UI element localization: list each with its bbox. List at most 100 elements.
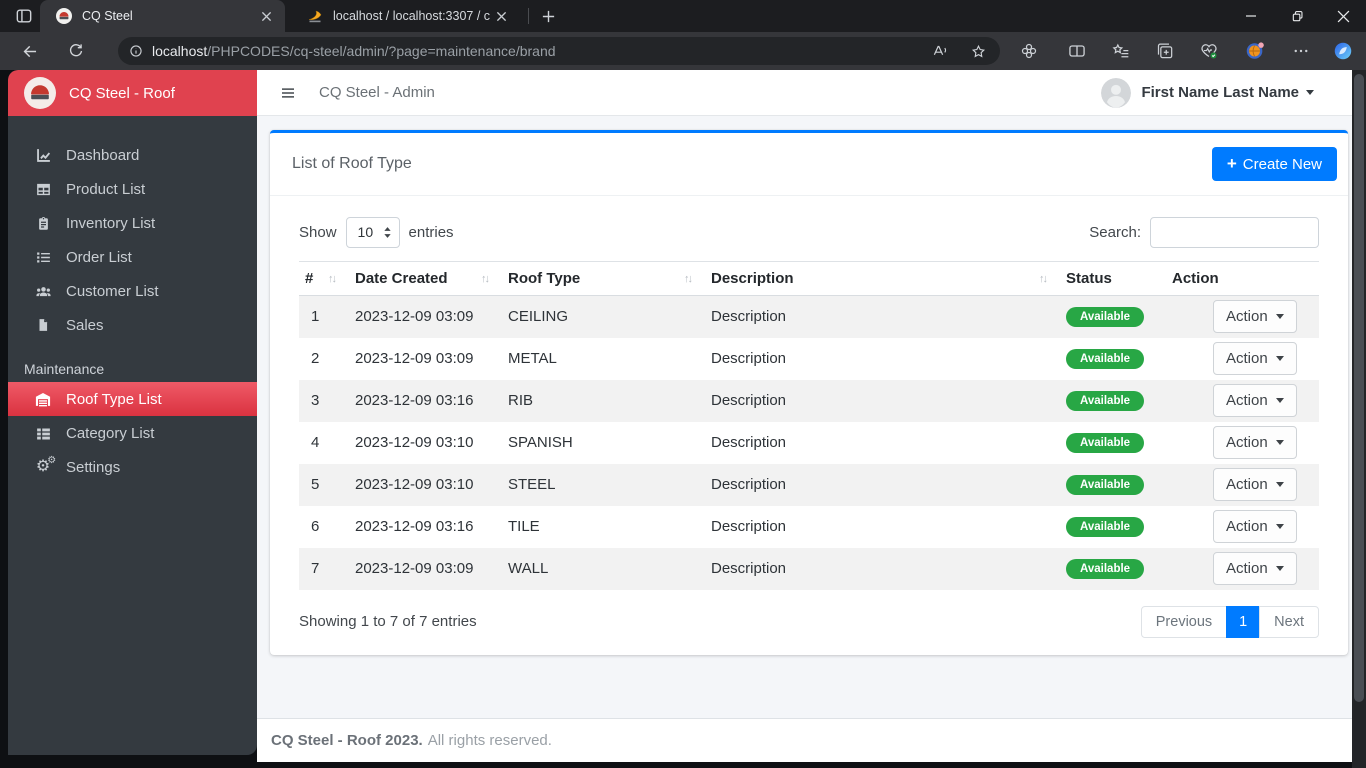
pagination-next[interactable]: Next	[1259, 605, 1319, 638]
sidebar: CQ Steel - Roof Dashboard Product List I…	[8, 70, 257, 755]
cq-steel-favicon	[56, 8, 72, 24]
row-description: Description	[711, 308, 787, 326]
tab-close-icon[interactable]	[255, 5, 277, 27]
pagination-previous[interactable]: Previous	[1140, 605, 1228, 638]
action-dropdown-button[interactable]: Action	[1213, 552, 1297, 585]
row-date: 2023-12-09 03:10	[355, 476, 474, 493]
browser-tab-inactive[interactable]: localhost / localhost:3307 / cbpo	[291, 0, 520, 32]
card-title: List of Roof Type	[292, 155, 412, 172]
pagination: Previous 1 Next	[1140, 605, 1319, 638]
action-dropdown-button[interactable]: Action	[1213, 510, 1297, 543]
header-description[interactable]: Description ↑↓	[699, 261, 1054, 296]
table-row: 3 2023-12-09 03:16 RIB Description Avail…	[299, 379, 1319, 422]
chevron-down-icon	[1275, 398, 1284, 403]
refresh-icon[interactable]	[64, 39, 88, 63]
sidebar-item-category-list[interactable]: Category List	[8, 416, 257, 450]
chevron-down-icon	[1275, 440, 1284, 445]
action-dropdown-button[interactable]: Action	[1213, 468, 1297, 501]
stepper-icon	[383, 226, 391, 238]
action-dropdown-button[interactable]: Action	[1213, 342, 1297, 375]
tab-close-icon[interactable]	[490, 5, 512, 27]
row-date: 2023-12-09 03:16	[355, 518, 474, 535]
sidebar-item-product-list[interactable]: Product List	[8, 172, 257, 206]
menu-toggle-icon[interactable]	[277, 82, 299, 104]
row-date: 2023-12-09 03:10	[355, 434, 474, 451]
workspaces-icon[interactable]	[12, 5, 36, 27]
header-number[interactable]: # ↑↓	[299, 261, 343, 296]
sidebar-brand[interactable]: CQ Steel - Roof	[8, 70, 257, 116]
table-header-row: # ↑↓ Date Created ↑↓ Roof Type ↑↓ Descripti…	[299, 261, 1319, 296]
row-roof-type: SPANISH	[508, 434, 573, 451]
row-number: 2	[311, 350, 320, 367]
status-badge: Available	[1066, 348, 1145, 369]
sidebar-item-sales[interactable]: Sales	[8, 308, 257, 342]
read-aloud-icon[interactable]	[930, 41, 950, 61]
table-row: 1 2023-12-09 03:09 CEILING Description A…	[299, 295, 1319, 338]
browser-essentials-icon[interactable]	[1197, 39, 1221, 63]
sidebar-item-customer-list[interactable]: Customer List	[8, 274, 257, 308]
sidebar-item-label: Inventory List	[66, 214, 156, 232]
page-length-select[interactable]: 10	[345, 216, 400, 248]
file-icon	[33, 316, 53, 334]
sidebar-item-label: Dashboard	[66, 146, 140, 164]
pagination-page-1[interactable]: 1	[1226, 605, 1261, 638]
copilot-icon[interactable]	[1331, 39, 1355, 63]
collections-icon[interactable]	[1153, 39, 1177, 63]
action-dropdown-button[interactable]: Action	[1213, 384, 1297, 417]
extension-app-icon[interactable]	[1243, 39, 1267, 63]
sort-icon: ↑↓	[481, 272, 490, 285]
row-description: Description	[711, 476, 787, 493]
minimize-button[interactable]	[1228, 0, 1274, 32]
row-description: Description	[711, 434, 787, 451]
show-label: Show	[299, 223, 337, 241]
header-date-created[interactable]: Date Created ↑↓	[343, 261, 496, 296]
table-row: 2 2023-12-09 03:09 METAL Description Ava…	[299, 338, 1319, 380]
browser-tab-active[interactable]: CQ Steel	[40, 0, 285, 32]
action-dropdown-button[interactable]: Action	[1213, 300, 1297, 334]
row-number: 7	[311, 560, 320, 577]
header-roof-type[interactable]: Roof Type ↑↓	[496, 261, 699, 296]
sidebar-item-dashboard[interactable]: Dashboard	[8, 138, 257, 172]
favorite-star-icon[interactable]	[968, 41, 988, 61]
entries-label: entries	[408, 223, 454, 241]
sidebar-item-settings[interactable]: ⚙ ⚙ Settings	[8, 450, 257, 484]
status-badge: Available	[1066, 474, 1145, 495]
site-info-icon[interactable]	[128, 43, 144, 59]
status-badge: Available	[1066, 390, 1145, 411]
address-bar[interactable]: localhost/PHPCODES/cq-steel/admin/?page=…	[118, 37, 1000, 65]
create-new-button[interactable]: + Create New	[1211, 147, 1337, 181]
chevron-down-icon	[1306, 90, 1314, 95]
browser-toolbar: localhost/PHPCODES/cq-steel/admin/?page=…	[0, 32, 1366, 70]
user-menu[interactable]: First Name Last Name	[1101, 77, 1314, 108]
sidebar-item-order-list[interactable]: Order List	[8, 240, 257, 274]
row-number: 5	[311, 476, 320, 493]
chevron-down-icon	[1275, 314, 1284, 320]
header-status: Status	[1054, 261, 1160, 296]
sort-icon: ↑↓	[328, 272, 337, 285]
settings-more-icon[interactable]	[1289, 39, 1313, 63]
back-icon[interactable]	[18, 39, 42, 63]
new-tab-button[interactable]	[536, 5, 560, 27]
content-area: List of Roof Type + Create New Show 10 e…	[257, 116, 1352, 718]
action-dropdown-button[interactable]: Action	[1213, 426, 1297, 459]
close-window-button[interactable]	[1320, 0, 1366, 32]
sidebar-item-roof-type-list[interactable]: Roof Type List	[8, 382, 257, 416]
scrollbar-thumb[interactable]	[1354, 74, 1364, 702]
table-row: 4 2023-12-09 03:10 SPANISH Description A…	[299, 422, 1319, 464]
sidebar-item-label: Product List	[66, 180, 146, 198]
favorites-bar-icon[interactable]	[1109, 39, 1133, 63]
extensions-icon[interactable]	[1017, 39, 1041, 63]
row-roof-type: TILE	[508, 518, 540, 535]
search-input[interactable]	[1150, 216, 1319, 248]
status-badge: Available	[1066, 516, 1145, 537]
url-text: localhost/PHPCODES/cq-steel/admin/?page=…	[152, 43, 556, 59]
split-screen-icon[interactable]	[1065, 39, 1089, 63]
footer-rights: All rights reserved.	[427, 732, 552, 749]
chevron-down-icon	[1275, 566, 1284, 571]
brand-logo	[24, 77, 56, 109]
page-scrollbar[interactable]	[1352, 70, 1366, 768]
clipboard-icon	[33, 214, 53, 232]
user-name: First Name Last Name	[1141, 84, 1299, 101]
restore-button[interactable]	[1274, 0, 1320, 32]
sidebar-item-inventory-list[interactable]: Inventory List	[8, 206, 257, 240]
